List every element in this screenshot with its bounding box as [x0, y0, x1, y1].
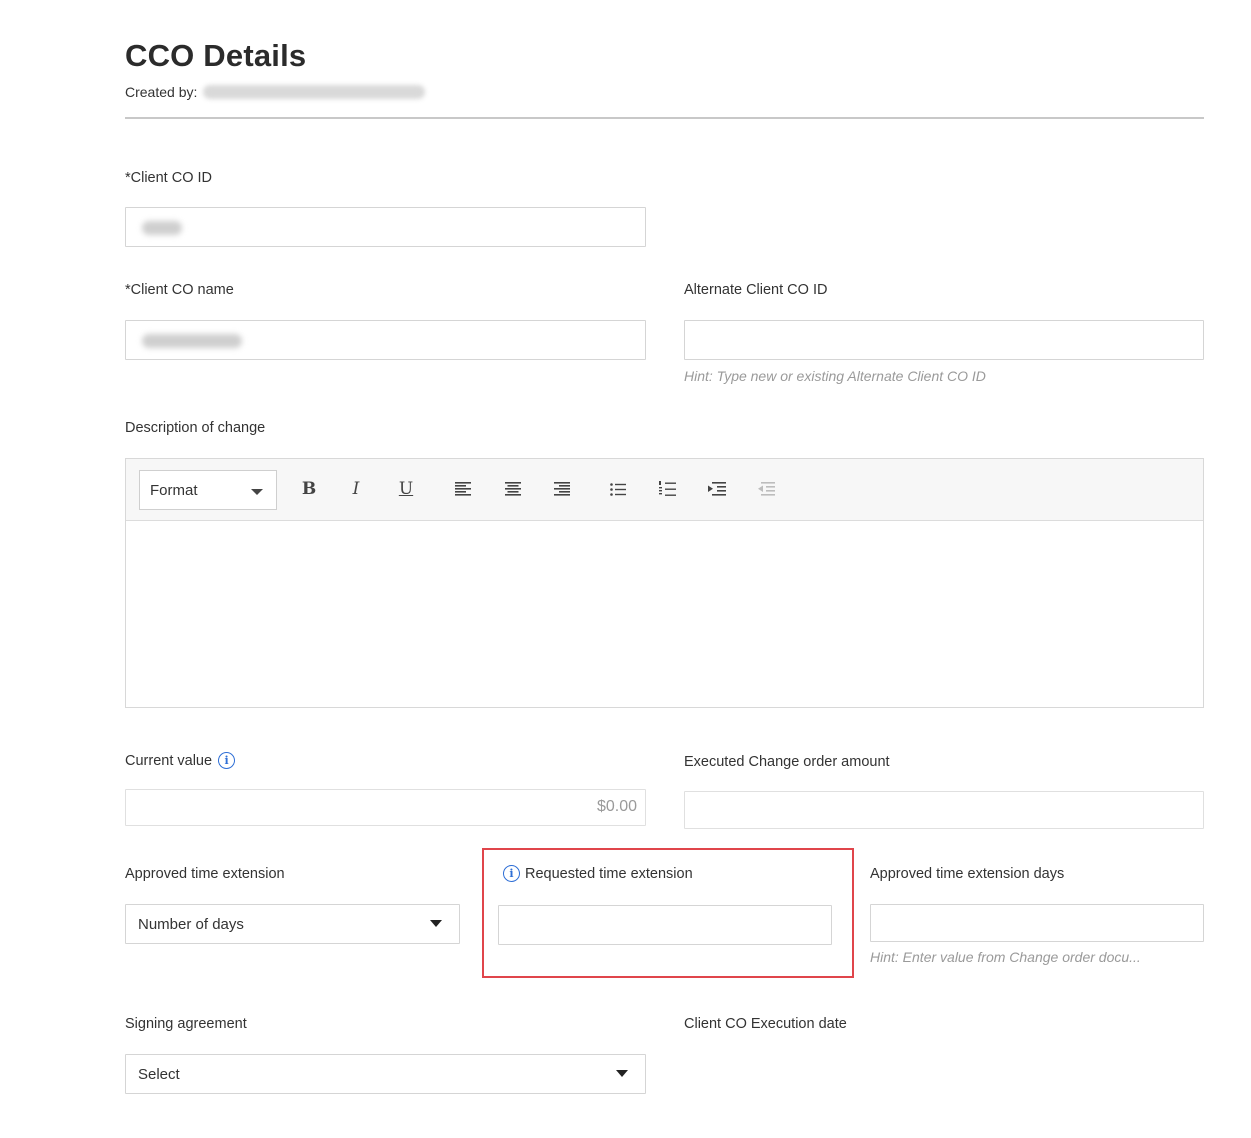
client-co-name-input[interactable]	[125, 320, 646, 360]
bulleted-list-icon	[610, 482, 626, 496]
current-value-label-row: Current value i	[125, 752, 236, 769]
underline-button[interactable]: U	[394, 477, 418, 501]
outdent-icon	[758, 482, 775, 496]
executed-change-order-amount-label: Executed Change order amount	[684, 754, 890, 770]
bold-button[interactable]: B	[297, 477, 321, 501]
approved-time-extension-days-label: Approved time extension days	[870, 866, 1065, 882]
client-co-id-label: *Client CO ID	[125, 170, 213, 186]
executed-change-order-amount-input	[684, 791, 1204, 829]
current-value-label: Current value	[125, 752, 213, 769]
approved-time-extension-days-hint: Hint: Enter value from Change order docu…	[870, 949, 1141, 965]
align-left-button[interactable]	[451, 477, 475, 501]
bulleted-list-button[interactable]	[606, 477, 630, 501]
client-co-id-input[interactable]	[125, 207, 646, 247]
chevron-down-icon	[251, 489, 263, 495]
numbered-list-icon	[658, 481, 676, 496]
outdent-button[interactable]	[754, 477, 778, 501]
underline-icon: U	[398, 479, 414, 499]
info-icon[interactable]: i	[218, 752, 236, 769]
description-rich-text-editor: Format B I U	[125, 458, 1204, 708]
page-title: CCO Details	[125, 38, 307, 73]
caret-down-icon	[430, 920, 442, 927]
requested-time-extension-label-row: i Requested time extension	[503, 865, 693, 882]
header-divider	[125, 117, 1204, 119]
description-text-area[interactable]	[126, 521, 1203, 707]
indent-button[interactable]	[705, 477, 729, 501]
format-dropdown-label: Format	[150, 481, 198, 499]
requested-time-extension-input[interactable]	[498, 905, 832, 945]
created-by-row: Created by:	[125, 84, 426, 100]
numbered-list-button[interactable]	[655, 477, 679, 501]
align-center-icon	[505, 482, 521, 496]
approved-time-extension-select[interactable]: Number of days	[125, 904, 460, 944]
info-icon[interactable]: i	[503, 865, 520, 882]
approved-time-extension-label: Approved time extension	[125, 866, 285, 882]
alternate-client-co-id-input[interactable]	[684, 320, 1204, 360]
italic-button[interactable]: I	[344, 477, 368, 501]
align-right-button[interactable]	[550, 477, 574, 501]
current-value-input: $0.00	[125, 789, 646, 826]
client-co-name-label: *Client CO name	[125, 282, 234, 298]
current-value-value: $0.00	[596, 798, 637, 815]
approved-time-extension-days-input[interactable]	[870, 904, 1204, 942]
align-right-icon	[554, 482, 570, 496]
approved-time-extension-selected: Number of days	[138, 915, 244, 933]
indent-icon	[708, 482, 726, 496]
alternate-client-co-id-hint: Hint: Type new or existing Alternate Cli…	[684, 368, 986, 384]
alternate-client-co-id-label: Alternate Client CO ID	[684, 282, 828, 298]
signing-agreement-selected: Select	[138, 1065, 180, 1083]
italic-icon: I	[352, 479, 360, 499]
client-co-id-value-redacted	[142, 221, 182, 235]
editor-toolbar: Format B I U	[126, 459, 1203, 521]
bold-icon: B	[301, 479, 317, 499]
client-co-name-value-redacted	[142, 334, 242, 348]
client-co-execution-date-label: Client CO Execution date	[684, 1016, 847, 1032]
signing-agreement-select[interactable]: Select	[125, 1054, 646, 1094]
align-left-icon	[455, 482, 471, 496]
created-by-label: Created by:	[125, 84, 198, 100]
description-label: Description of change	[125, 420, 266, 436]
requested-time-extension-label: Requested time extension	[525, 865, 693, 882]
align-center-button[interactable]	[501, 477, 525, 501]
created-by-value-redacted	[203, 85, 426, 99]
signing-agreement-label: Signing agreement	[125, 1016, 247, 1032]
format-dropdown[interactable]: Format	[139, 470, 277, 510]
caret-down-icon	[616, 1070, 628, 1077]
